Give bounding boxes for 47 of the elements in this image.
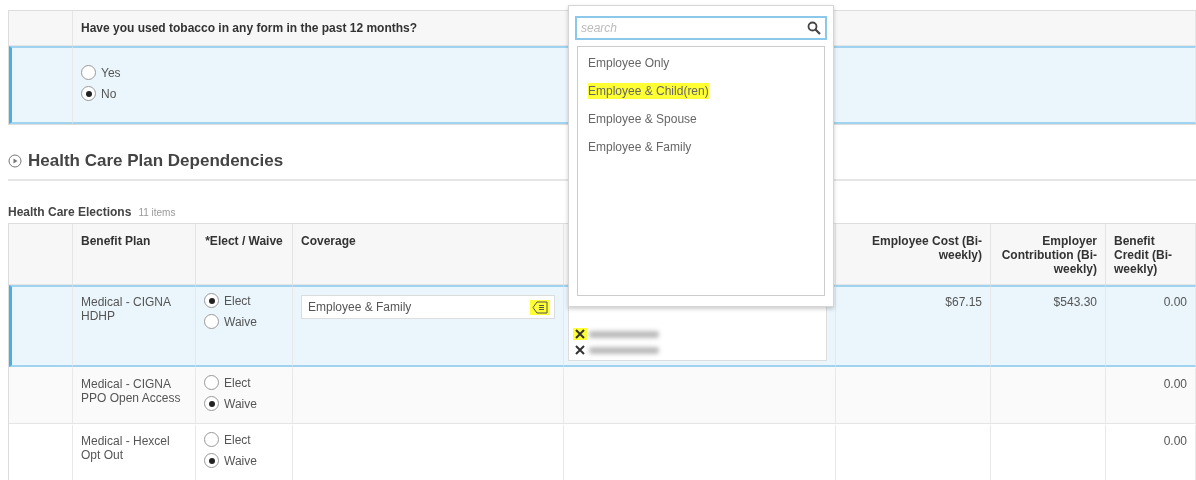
search-icon[interactable]: [807, 21, 821, 35]
dropdown-option[interactable]: Employee & Spouse: [588, 111, 697, 127]
radio-button[interactable]: [204, 375, 219, 390]
radio-button[interactable]: [204, 453, 219, 468]
remove-icon[interactable]: [573, 344, 587, 356]
remove-icon[interactable]: [573, 328, 587, 340]
plan-name: Medical - CIGNA PPO Open Access: [81, 377, 181, 405]
plan-name: Medical - Hexcel Opt Out: [81, 434, 170, 462]
option-label: Yes: [101, 65, 121, 80]
column-header: Employer Contribution (Bi-weekly): [1001, 234, 1097, 276]
credit-value: 0.00: [1163, 377, 1187, 391]
radio-button[interactable]: [204, 314, 219, 329]
column-header: Benefit Plan: [81, 234, 151, 248]
plan-name: Medical - CIGNA HDHP: [81, 295, 171, 323]
search-field[interactable]: search: [575, 16, 827, 40]
redacted-name: [589, 330, 659, 338]
cost-value: $67.15: [945, 295, 982, 309]
option-label: Waive: [224, 396, 257, 411]
column-header: *Elect / Waive: [205, 234, 283, 248]
column-header: Benefit Credit (Bi-weekly): [1114, 234, 1172, 276]
column-header: Employee Cost (Bi-weekly): [872, 234, 982, 262]
option-label: Elect: [224, 293, 251, 308]
credit-value: 0.00: [1163, 434, 1187, 448]
item-count: 11 items: [138, 207, 176, 218]
credit-value: 0.00: [1163, 295, 1187, 309]
contribution-value: $543.30: [1053, 295, 1097, 309]
list-icon[interactable]: [530, 299, 550, 315]
option-label: Elect: [224, 432, 251, 447]
column-header: Coverage: [301, 234, 356, 248]
option-label: Waive: [224, 314, 257, 329]
radio-button[interactable]: [81, 86, 96, 101]
option-label: No: [101, 86, 117, 101]
table-title: Health Care Elections: [8, 205, 132, 219]
coverage-field[interactable]: Employee & Family: [301, 295, 555, 319]
dropdown-option[interactable]: Employee & Child(ren): [588, 83, 709, 99]
redacted-name: [589, 346, 659, 354]
expand-icon[interactable]: [8, 154, 22, 168]
radio-button[interactable]: [81, 65, 96, 80]
option-label: Elect: [224, 375, 251, 390]
section-title: Health Care Plan Dependencies: [28, 151, 284, 171]
radio-button[interactable]: [204, 293, 219, 308]
radio-button[interactable]: [204, 432, 219, 447]
dropdown-option[interactable]: Employee Only: [588, 55, 670, 71]
radio-button[interactable]: [204, 396, 219, 411]
question-text: Have you used tobacco in any form in the past 12 months?: [81, 21, 418, 35]
dropdown-option[interactable]: Employee & Family: [588, 139, 692, 155]
option-label: Waive: [224, 453, 257, 468]
